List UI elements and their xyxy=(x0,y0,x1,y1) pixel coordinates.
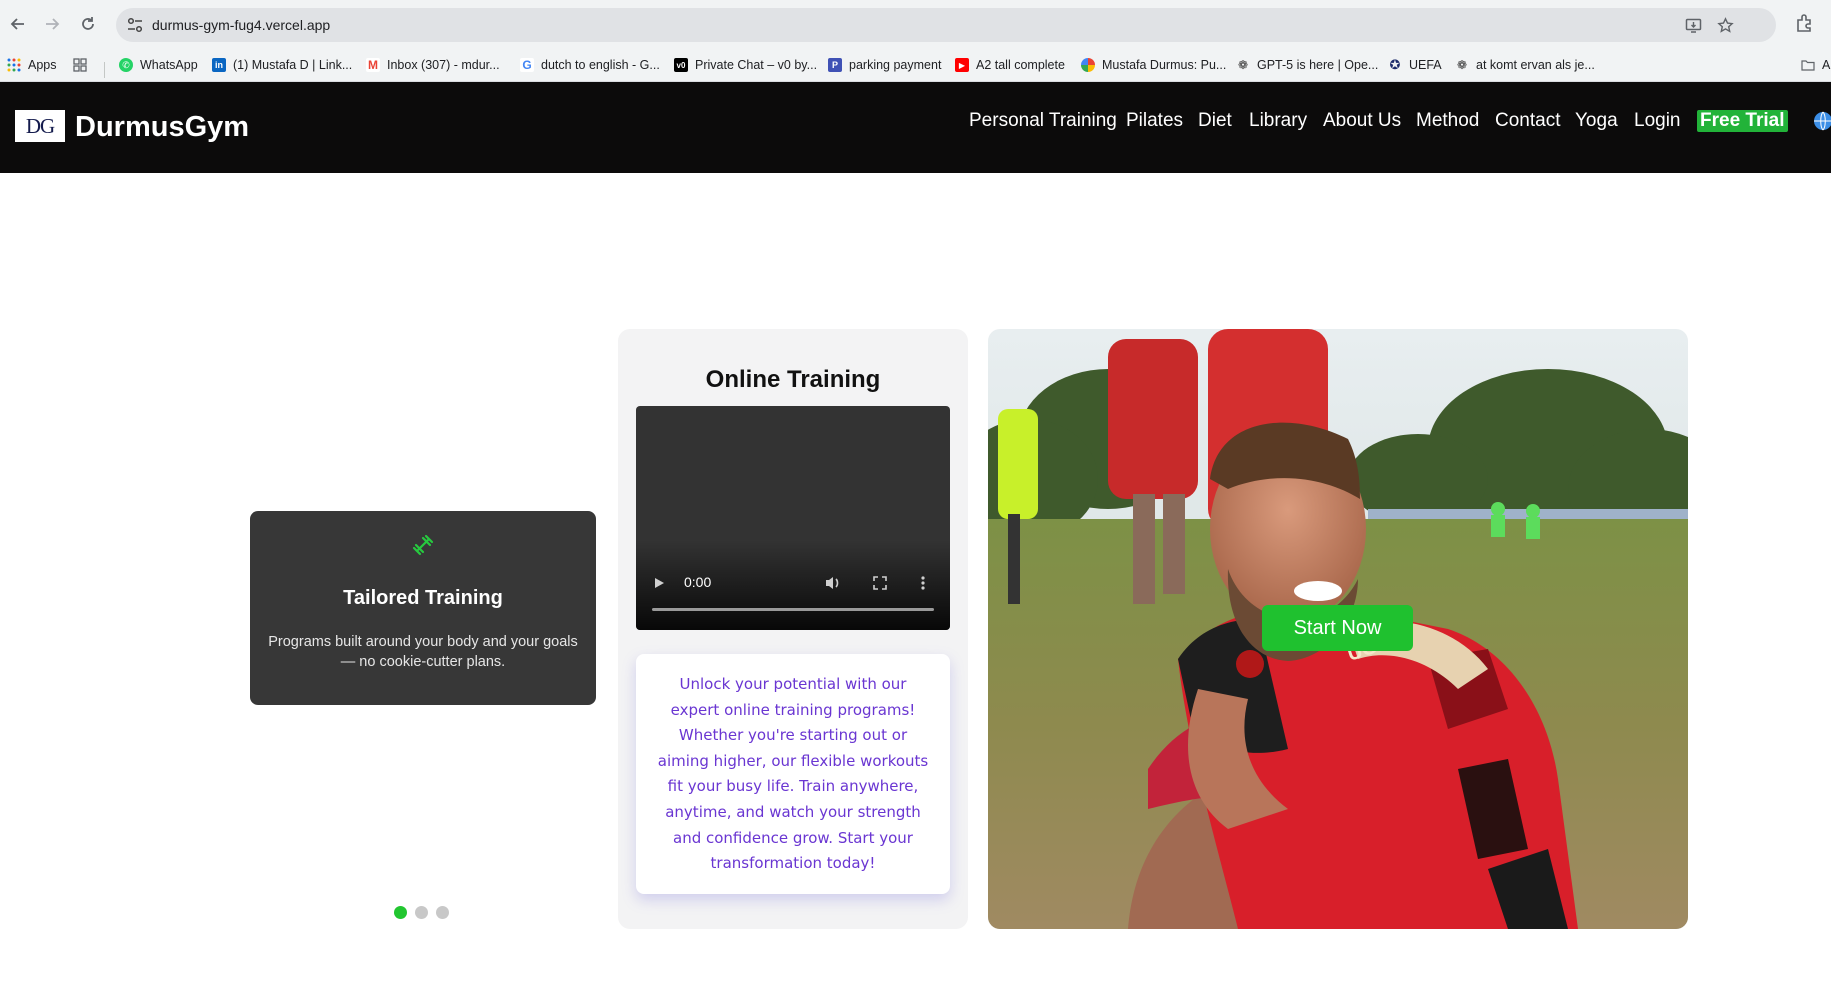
nav-yoga[interactable]: Yoga xyxy=(1575,110,1618,132)
nav-personal-training[interactable]: Personal Training xyxy=(969,110,1117,132)
youtube-icon: ▶ xyxy=(955,58,969,72)
globe-icon[interactable] xyxy=(1812,110,1831,132)
brand-name[interactable]: DurmusGym xyxy=(75,111,249,144)
bookmark-star-icon[interactable] xyxy=(1716,16,1734,34)
bookmark-uefa[interactable]: ✪ UEFA xyxy=(1388,55,1442,75)
online-training-panel: Online Training 0:00 Unlock your potenti… xyxy=(618,329,968,929)
apps-grid-icon xyxy=(7,58,21,72)
online-training-title: Online Training xyxy=(705,366,881,393)
nav-method[interactable]: Method xyxy=(1416,110,1479,132)
promo-text: Unlock your potential with our expert on… xyxy=(657,675,929,873)
forward-icon[interactable] xyxy=(40,12,64,36)
video-player[interactable]: 0:00 xyxy=(636,406,950,630)
bookmark-youtube[interactable]: ▶ A2 tall complete xyxy=(955,55,1065,75)
nav-about-us[interactable]: About Us xyxy=(1323,110,1401,132)
feature-title: Tailored Training xyxy=(343,587,503,609)
dumbbell-icon xyxy=(412,534,434,556)
carousel-dot-3[interactable] xyxy=(436,906,449,919)
play-icon[interactable] xyxy=(652,576,666,590)
site-info-icon[interactable] xyxy=(126,16,144,34)
address-bar[interactable]: durmus-gym-fug4.vercel.app xyxy=(116,8,1776,42)
parking-icon: P xyxy=(828,58,842,72)
folder-icon xyxy=(1801,58,1815,72)
nav-contact[interactable]: Contact xyxy=(1495,110,1560,132)
nav-free-trial[interactable]: Free Trial xyxy=(1697,110,1788,132)
bookmark-linkedin[interactable]: in (1) Mustafa D | Link... xyxy=(212,55,352,75)
carousel-dots xyxy=(394,906,449,920)
video-time: 0:00 xyxy=(684,574,712,590)
bookmark-openai-2[interactable]: ❁ at komt ervan als je... xyxy=(1455,55,1595,75)
video-progress-bar[interactable] xyxy=(652,608,934,611)
bookmark-folder[interactable]: A xyxy=(1801,55,1830,75)
volume-icon[interactable] xyxy=(824,575,842,591)
start-now-button[interactable]: Start Now xyxy=(1262,605,1413,651)
v0-icon: v0 xyxy=(674,58,688,72)
linkedin-icon: in xyxy=(212,58,226,72)
more-options-icon[interactable] xyxy=(920,575,926,591)
site-header: DG DurmusGym Personal Training Pilates D… xyxy=(0,82,1831,173)
fullscreen-icon[interactable] xyxy=(873,576,887,590)
bookmarks-separator xyxy=(104,62,105,78)
logo[interactable]: DG xyxy=(15,110,65,142)
extensions-icon[interactable] xyxy=(1794,12,1816,34)
bookmark-photos[interactable]: Mustafa Durmus: Pu... xyxy=(1081,55,1226,75)
photos-icon xyxy=(1081,58,1095,72)
bookmark-parking[interactable]: P parking payment xyxy=(828,55,941,75)
openai-icon: ❁ xyxy=(1456,58,1468,72)
nav-diet[interactable]: Diet xyxy=(1198,110,1232,132)
browser-toolbar: durmus-gym-fug4.vercel.app xyxy=(0,0,1831,48)
bookmark-openai[interactable]: ❁ GPT-5 is here | Ope... xyxy=(1236,55,1378,75)
carousel-dot-2[interactable] xyxy=(415,906,428,919)
nav-login[interactable]: Login xyxy=(1634,110,1681,132)
bookmark-whatsapp[interactable]: ✆ WhatsApp xyxy=(119,55,198,75)
feature-card: Tailored Training Programs built around … xyxy=(250,511,596,705)
tab-groups-icon xyxy=(73,58,87,72)
bookmark-tab-groups[interactable] xyxy=(73,55,94,75)
bookmark-apps[interactable]: Apps xyxy=(7,55,57,75)
reload-icon[interactable] xyxy=(76,12,100,36)
back-icon[interactable] xyxy=(6,12,30,36)
bookmark-v0[interactable]: v0 Private Chat – v0 by... xyxy=(674,55,817,75)
bookmarks-bar: Apps ✆ WhatsApp in (1) Mustafa D | Link.… xyxy=(0,48,1831,82)
whatsapp-icon: ✆ xyxy=(119,58,133,72)
promo-box: Unlock your potential with our expert on… xyxy=(636,654,950,894)
feature-description: Programs built around your body and your… xyxy=(268,634,578,670)
install-app-icon[interactable] xyxy=(1684,16,1702,34)
google-icon: G xyxy=(520,58,534,72)
gmail-icon: M xyxy=(366,58,380,72)
url-text: durmus-gym-fug4.vercel.app xyxy=(152,17,331,33)
uefa-icon: ✪ xyxy=(1389,57,1401,72)
bookmark-gmail[interactable]: M Inbox (307) - mdur... xyxy=(366,55,500,75)
nav-pilates[interactable]: Pilates xyxy=(1126,110,1183,132)
nav-library[interactable]: Library xyxy=(1249,110,1307,132)
openai-icon: ❁ xyxy=(1237,58,1249,72)
carousel-dot-1[interactable] xyxy=(394,906,407,919)
bookmark-google-translate[interactable]: G dutch to english - G... xyxy=(520,55,660,75)
